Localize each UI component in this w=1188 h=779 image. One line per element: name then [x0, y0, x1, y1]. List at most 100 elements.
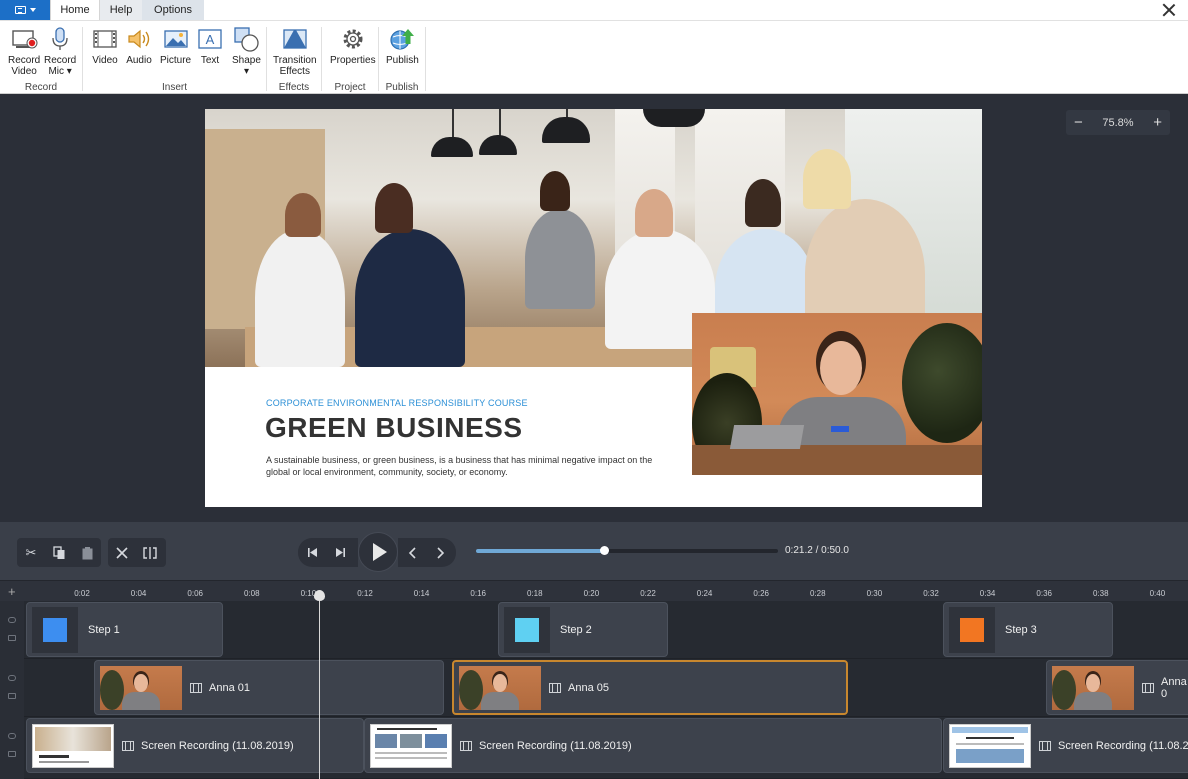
clip-thumbnail — [1052, 665, 1134, 710]
recording-clip[interactable]: Screen Recording (11.08.2019) — [364, 718, 942, 773]
cut-button[interactable]: ✂ — [17, 538, 45, 567]
visibility-eye-icon[interactable] — [8, 617, 16, 623]
playhead-handle[interactable] — [314, 590, 325, 601]
edit-group — [108, 538, 166, 567]
ruler-tick-label: 0:18 — [527, 589, 543, 598]
ruler-tick-label: 0:22 — [640, 589, 656, 598]
microphone-icon — [52, 27, 68, 50]
recording-clip[interactable]: Screen Recording (11.08.20 — [943, 718, 1188, 773]
speaker-icon — [128, 29, 150, 49]
next-frame-button[interactable] — [426, 538, 454, 567]
close-icon[interactable] — [1162, 3, 1176, 17]
record-video-button[interactable]: Record Video — [8, 25, 40, 77]
clip-label: Screen Recording (11.08.2019) — [479, 739, 632, 752]
timeline-ruler[interactable]: + 0:02 0:04 0:06 0:08 0:10 0:12 0:14 0:16 0:18 0:… — [0, 580, 1188, 601]
shape-icon — [234, 27, 260, 52]
go-to-end-button[interactable] — [326, 538, 354, 567]
ruler-tick-label: 0:28 — [810, 589, 826, 598]
visibility-eye-icon[interactable] — [8, 675, 16, 681]
tab-home[interactable]: Home — [50, 0, 100, 20]
ruler-tick-label: 0:34 — [979, 589, 996, 598]
ruler-tick-label: 0:14 — [413, 589, 430, 598]
step-clip[interactable]: Step 2 — [498, 602, 668, 657]
transition-icon — [283, 29, 307, 49]
record-mic-button[interactable]: Record Mic ▾ — [44, 25, 76, 77]
clip-thumbnail — [949, 723, 1031, 768]
presenter-video[interactable] — [692, 313, 982, 475]
slide-canvas[interactable]: CORPORATE ENVIRONMENTAL RESPONSIBILITY C… — [205, 109, 982, 507]
gear-icon — [343, 29, 363, 49]
delete-button[interactable] — [108, 538, 136, 567]
app-menu-button[interactable] — [0, 0, 50, 20]
slide-title: GREEN BUSINESS — [265, 412, 523, 443]
delete-icon — [116, 546, 128, 559]
film-icon — [460, 740, 472, 751]
clip-label: Anna 05 — [568, 681, 609, 694]
clip-label: Step 3 — [1005, 623, 1037, 636]
scissors-icon: ✂ — [25, 544, 37, 560]
timeline-toolbar: ✂ 0:21.2 / 0:50.0 — [0, 522, 1188, 580]
insert-picture-button[interactable]: Picture — [160, 25, 191, 66]
publish-button[interactable]: Publish — [386, 25, 419, 66]
play-button[interactable] — [358, 532, 398, 572]
clip-thumbnail — [100, 665, 182, 710]
clip-label: Screen Recording (11.08.20 — [1058, 739, 1188, 752]
ruler-tick-label: 0:32 — [923, 589, 939, 598]
course-label: CORPORATE ENVIRONMENTAL RESPONSIBILITY C… — [266, 398, 528, 408]
visibility-eye-icon[interactable] — [8, 733, 16, 739]
video-clip[interactable]: Anna 0 — [1046, 660, 1188, 715]
step-clip[interactable]: Step 1 — [26, 602, 223, 657]
go-to-start-button[interactable] — [298, 538, 326, 567]
lock-icon[interactable] — [8, 693, 16, 699]
film-icon — [190, 682, 202, 693]
lock-icon[interactable] — [8, 635, 16, 641]
paste-button[interactable] — [73, 538, 101, 567]
ruler-tick-label: 0:12 — [357, 589, 373, 598]
copy-button[interactable] — [45, 538, 73, 567]
ruler-tick-label: 0:40 — [1149, 589, 1166, 598]
track-controls — [0, 601, 24, 659]
progress-knob[interactable] — [600, 546, 610, 555]
split-button[interactable] — [136, 538, 164, 567]
video-clip-selected[interactable]: Anna 05 — [452, 660, 848, 715]
clipboard-group: ✂ — [17, 538, 101, 567]
insert-text-button[interactable]: A Text — [196, 25, 224, 66]
chevron-down-icon: ▾ — [243, 66, 249, 77]
step-color-square — [960, 617, 984, 642]
lock-icon[interactable] — [8, 751, 16, 757]
clip-label: Step 1 — [88, 623, 120, 636]
zoom-in-button[interactable]: + — [1153, 114, 1162, 131]
zoom-out-button[interactable]: − — [1074, 114, 1083, 131]
properties-button[interactable]: Properties — [330, 25, 376, 66]
clip-label: Screen Recording (11.08.2019) — [141, 739, 294, 752]
playhead-line[interactable] — [319, 591, 320, 779]
text-icon: A — [198, 29, 222, 49]
insert-video-button[interactable]: Video — [91, 25, 119, 66]
playback-progress-bar[interactable] — [476, 546, 778, 555]
slide-description: A sustainable business, or green busines… — [266, 455, 653, 477]
tab-options[interactable]: Options — [142, 0, 204, 20]
recording-clip[interactable]: Screen Recording (11.08.2019) — [26, 718, 364, 773]
copy-icon — [52, 545, 64, 559]
step-clip[interactable]: Step 3 — [943, 602, 1113, 657]
previous-frame-button[interactable] — [398, 538, 426, 567]
tab-help[interactable]: Help — [100, 0, 142, 20]
insert-shape-button[interactable]: Shape ▾ — [232, 25, 261, 77]
add-track-button[interactable]: + — [8, 584, 16, 599]
step-color-square — [515, 617, 539, 642]
track-controls — [0, 717, 24, 779]
ruler-tick-label: 0:04 — [130, 589, 147, 598]
skip-end-icon — [335, 548, 345, 557]
video-clip[interactable]: Anna 01 — [94, 660, 444, 715]
insert-audio-button[interactable]: Audio — [125, 25, 153, 66]
paste-icon — [82, 546, 92, 559]
svg-text:A: A — [206, 32, 215, 47]
clip-label: Anna 0 — [1161, 675, 1187, 700]
track-screen-recording: Screen Recording (11.08.2019) Screen Rec… — [0, 717, 1188, 779]
clip-label: Step 2 — [560, 623, 592, 636]
chevron-right-icon — [436, 546, 444, 559]
clip-thumbnail — [370, 723, 452, 768]
ruler-tick-label: 0:20 — [583, 589, 600, 598]
film-icon — [1142, 682, 1154, 693]
transition-effects-button[interactable]: Transition Effects — [273, 25, 317, 77]
